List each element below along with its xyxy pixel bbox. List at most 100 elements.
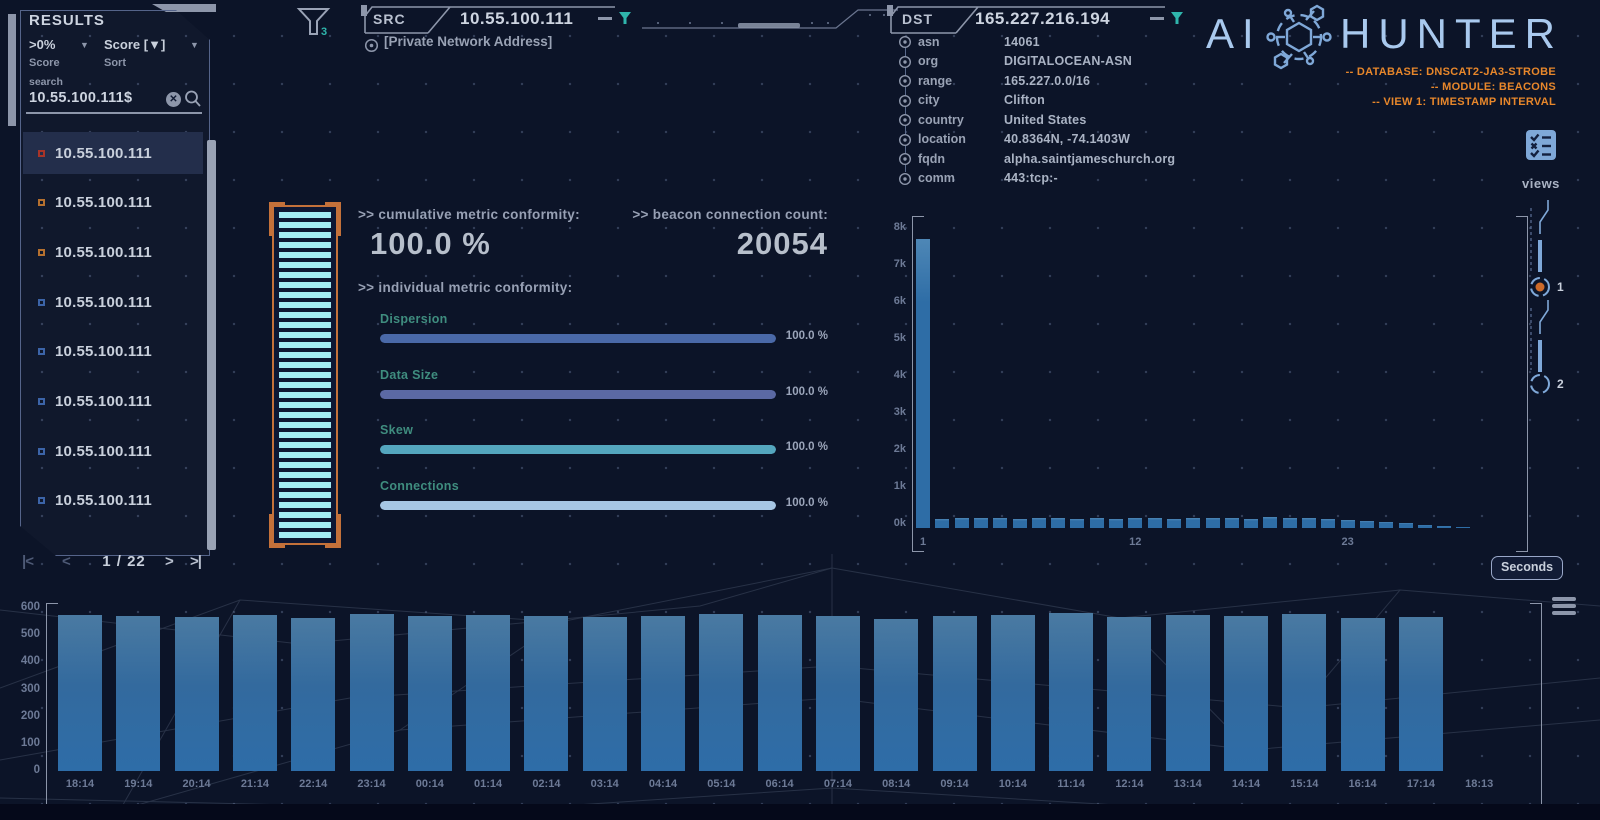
metric-row: Data Size 100.0 % <box>358 368 828 416</box>
histogram-bar[interactable] <box>1107 616 1152 771</box>
result-item[interactable]: 10.55.100.111 <box>23 331 203 373</box>
histogram-bar[interactable] <box>1012 518 1027 528</box>
metric-bar-fill <box>380 389 776 399</box>
page-next-button[interactable]: > <box>165 553 174 570</box>
histogram-bar[interactable] <box>349 613 394 771</box>
histogram-bar[interactable] <box>1359 520 1374 528</box>
page-prev-button[interactable]: < <box>62 553 71 570</box>
histogram-bar[interactable] <box>874 618 919 771</box>
histogram-bar[interactable] <box>1282 614 1327 771</box>
view-marker-2[interactable]: 2 <box>1557 377 1564 391</box>
histogram-bar[interactable] <box>641 615 685 771</box>
histogram-bar[interactable] <box>1109 518 1123 528</box>
result-item[interactable]: 10.55.100.111 <box>23 182 203 224</box>
metric-row: Connections 100.0 % <box>358 479 828 527</box>
histogram-bar[interactable] <box>582 617 627 771</box>
result-item[interactable]: 10.55.100.111 <box>23 231 203 273</box>
x-axis-label: 00:14 <box>415 778 444 790</box>
histogram-bar[interactable] <box>1398 616 1443 771</box>
histogram-bar[interactable] <box>1379 521 1394 528</box>
status-view: -- VIEW 1: TIMESTAMP INTERVAL <box>1372 96 1556 108</box>
histogram-bar[interactable] <box>1340 617 1385 771</box>
histogram-bar[interactable] <box>1147 518 1162 528</box>
histogram-bar[interactable] <box>1244 518 1259 528</box>
histogram-bar[interactable] <box>916 239 930 528</box>
histogram-bar[interactable] <box>58 615 102 771</box>
score-filter-dropdown[interactable]: >0% <box>29 36 55 54</box>
checklist-icon[interactable] <box>1526 130 1556 160</box>
histogram-bar[interactable] <box>990 614 1035 771</box>
dst-ip-value[interactable]: 165.227.216.194 <box>975 9 1110 29</box>
histogram-bar[interactable] <box>1089 518 1104 528</box>
result-item[interactable]: 10.55.100.111 <box>23 381 203 423</box>
histogram-bar[interactable] <box>1224 615 1268 771</box>
histogram-bar[interactable] <box>954 518 969 528</box>
histogram-bar[interactable] <box>1437 525 1452 528</box>
clear-search-icon[interactable]: ✕ <box>166 92 181 107</box>
histogram-bar[interactable] <box>1049 613 1094 771</box>
dst-dash <box>1150 17 1164 20</box>
histogram-bar[interactable] <box>407 615 452 771</box>
gauge-stripes <box>279 212 331 538</box>
result-item[interactable]: 10.55.100.111 <box>23 132 203 174</box>
x-axis-label: 18:14 <box>65 778 95 790</box>
search-input[interactable]: 10.55.100.111$ <box>29 90 132 106</box>
result-item[interactable]: 10.55.100.111 <box>23 281 203 323</box>
histogram-bar[interactable] <box>1263 516 1278 528</box>
results-scrollbar[interactable] <box>207 140 216 550</box>
chevron-down-icon[interactable]: ▼ <box>190 40 199 50</box>
histogram-bar[interactable] <box>935 518 950 528</box>
histogram-bar[interactable] <box>1128 518 1143 528</box>
histogram-bar[interactable] <box>1417 524 1432 528</box>
histogram-bar[interactable] <box>232 614 277 771</box>
histogram-bar[interactable] <box>291 618 336 771</box>
histogram-bar[interactable] <box>1224 518 1239 528</box>
x-axis-label: 14:14 <box>1231 778 1261 790</box>
result-bullet-icon <box>38 298 45 306</box>
x-axis-label: 01:14 <box>474 778 503 790</box>
histogram-bar[interactable] <box>1031 518 1046 528</box>
page-last-button[interactable]: >| <box>190 553 202 570</box>
histogram-bar[interactable] <box>1165 614 1210 771</box>
histogram-bar[interactable] <box>1340 519 1355 528</box>
histogram-bar[interactable] <box>1302 518 1316 528</box>
src-ip-value[interactable]: 10.55.100.111 <box>460 9 573 29</box>
histogram-bar[interactable] <box>932 615 977 771</box>
histogram-bar[interactable] <box>815 616 860 771</box>
search-icon[interactable] <box>184 90 202 108</box>
page-first-button[interactable]: |< <box>22 553 34 570</box>
sort-filter-dropdown[interactable]: Score [▼] <box>104 36 165 54</box>
metric-value: 100.0 % <box>785 385 828 398</box>
src-filter-funnel-icon[interactable] <box>618 11 632 25</box>
histogram-bar[interactable] <box>993 518 1008 528</box>
histogram-bar[interactable] <box>1205 517 1220 528</box>
histogram-bar[interactable] <box>1070 518 1085 528</box>
histogram-bar[interactable] <box>1321 519 1336 528</box>
histogram-bar[interactable] <box>1166 518 1181 528</box>
individual-conformity-label: >> individual metric conformity: <box>358 280 573 295</box>
seconds-toggle-button[interactable]: Seconds <box>1491 556 1564 580</box>
histogram-bar[interactable] <box>1051 518 1066 528</box>
histogram-bar[interactable] <box>1456 526 1471 528</box>
histogram-bar[interactable] <box>116 616 161 771</box>
dst-detail-row: org DIGITALOCEAN-ASN <box>896 52 1216 72</box>
histogram-bar[interactable] <box>973 518 988 528</box>
histogram-bar[interactable] <box>757 614 802 771</box>
histogram-bar[interactable] <box>1398 523 1413 528</box>
dst-filter-funnel-icon[interactable] <box>1170 11 1184 25</box>
histogram-bar[interactable] <box>524 616 569 771</box>
histogram-bar[interactable] <box>1282 517 1297 528</box>
result-item[interactable]: 10.55.100.111 <box>23 480 203 522</box>
histogram-bar[interactable] <box>1186 518 1201 528</box>
bottom-edge-strip <box>0 804 1600 820</box>
view-marker-1[interactable]: 1 <box>1557 280 1564 294</box>
chevron-down-icon[interactable]: ▼ <box>80 40 89 50</box>
histogram-bar[interactable] <box>699 613 744 771</box>
metric-bar-track <box>380 500 776 510</box>
header-slider[interactable] <box>634 4 900 36</box>
score-filter-value: >0% <box>29 37 56 52</box>
histogram-bar[interactable] <box>466 615 511 771</box>
histogram-bar[interactable] <box>174 617 219 771</box>
result-item[interactable]: 10.55.100.111 <box>23 430 203 472</box>
x-axis-label: 02:14 <box>532 778 561 790</box>
